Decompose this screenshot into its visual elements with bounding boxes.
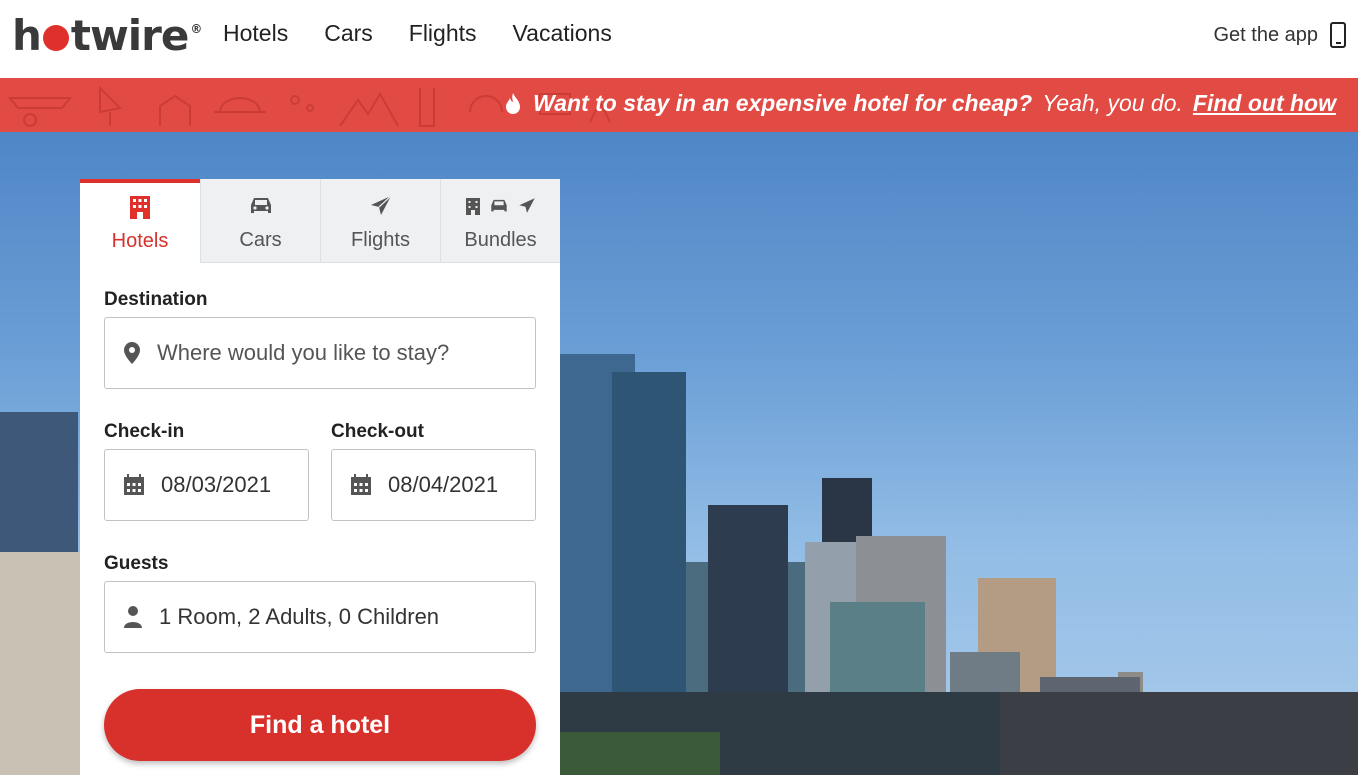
promo-tagline: Yeah, you do. xyxy=(1042,90,1183,116)
nav-flights[interactable]: Flights xyxy=(409,20,477,47)
checkin-value: 08/03/2021 xyxy=(161,472,272,497)
hotel-search-form: Destination Where would you like to stay… xyxy=(80,289,560,761)
phone-icon xyxy=(1330,22,1346,48)
get-app-label: Get the app xyxy=(1213,23,1318,46)
nav-vacations[interactable]: Vacations xyxy=(513,20,612,47)
promo-banner: Want to stay in an expensive hotel for c… xyxy=(0,78,1358,132)
top-navigation: h twire ® Hotels Cars Flights Vacations … xyxy=(0,0,1358,78)
promo-headline: Want to stay in an expensive hotel for c… xyxy=(532,90,1033,116)
tab-hotels-label: Hotels xyxy=(111,230,169,252)
bundle-car-icon xyxy=(490,199,507,212)
nav-cars[interactable]: Cars xyxy=(324,20,373,47)
find-out-how-link[interactable]: Find out how xyxy=(1193,90,1336,117)
checkin-label: Check-in xyxy=(104,421,185,442)
logo-suffix: twire xyxy=(70,10,189,60)
logo-dot xyxy=(42,25,69,51)
tab-hotels[interactable]: Hotels xyxy=(80,179,200,263)
destination-input[interactable]: Where would you like to stay? xyxy=(104,317,536,389)
map-pin-icon xyxy=(124,342,140,364)
logo-prefix: h xyxy=(12,10,42,60)
guests-label: Guests xyxy=(104,553,169,574)
checkout-label: Check-out xyxy=(331,421,424,442)
guests-value: 1 Room, 2 Adults, 0 Children xyxy=(159,604,440,629)
main-nav: Hotels Cars Flights Vacations xyxy=(223,20,612,47)
tab-cars-label: Cars xyxy=(239,229,282,251)
dates-row: Check-in 08/03/2021 Check-out 08/04/2021 xyxy=(104,421,536,521)
checkin-group: Check-in 08/03/2021 xyxy=(104,421,309,521)
promo-message: Want to stay in an expensive hotel for c… xyxy=(503,90,1336,117)
search-tabs: Hotels Cars Flights Bundles xyxy=(80,179,560,263)
calendar-icon xyxy=(124,474,144,495)
checkout-group: Check-out 08/04/2021 xyxy=(331,421,536,521)
person-icon xyxy=(124,606,142,628)
car-icon xyxy=(250,198,271,213)
get-app-link[interactable]: Get the app xyxy=(1213,22,1346,48)
hotwire-logo[interactable]: h twire ® xyxy=(12,10,202,60)
nav-hotels[interactable]: Hotels xyxy=(223,20,288,47)
find-hotel-button[interactable]: Find a hotel xyxy=(104,689,536,761)
search-panel: Hotels Cars Flights Bundles Destination … xyxy=(80,179,560,775)
tab-flights[interactable]: Flights xyxy=(320,179,440,263)
logo-registered-mark: ® xyxy=(190,22,202,36)
flame-icon xyxy=(505,92,520,114)
tab-bundles-label: Bundles xyxy=(464,229,537,251)
destination-placeholder: Where would you like to stay? xyxy=(157,340,450,365)
checkout-value: 08/04/2021 xyxy=(388,472,499,497)
bundle-plane-icon xyxy=(518,198,535,213)
tab-flights-label: Flights xyxy=(351,229,410,251)
plane-icon xyxy=(370,195,391,215)
checkin-input[interactable]: 08/03/2021 xyxy=(104,449,309,521)
hotel-icon xyxy=(130,196,150,219)
calendar-icon xyxy=(351,474,371,495)
tab-cars[interactable]: Cars xyxy=(200,179,320,263)
checkout-input[interactable]: 08/04/2021 xyxy=(331,449,536,521)
guests-selector[interactable]: 1 Room, 2 Adults, 0 Children xyxy=(104,581,536,653)
destination-label: Destination xyxy=(104,289,208,310)
tab-bundles[interactable]: Bundles xyxy=(440,179,560,263)
bundle-hotel-icon xyxy=(465,198,480,215)
